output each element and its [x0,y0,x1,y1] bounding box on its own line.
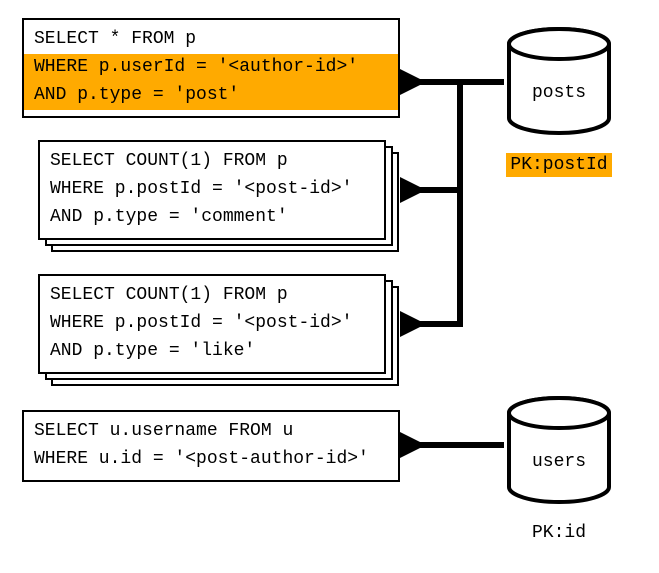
query-box-like-count: SELECT COUNT(1) FROM p WHERE p.postId = … [38,274,386,374]
sql-line: SELECT u.username FROM u [34,421,293,441]
sql-line: AND p.type = 'like' [50,341,255,361]
database-cylinder-users [504,395,614,507]
arrow-posts-to-queries [400,60,510,350]
arrow-users-to-query [400,430,510,470]
sql-line: AND p.type = 'comment' [50,207,288,227]
sql-line: WHERE u.id = '<post-author-id>' [34,449,369,469]
database-label-users: users [504,452,614,472]
sql-line: WHERE p.postId = '<post-id>' [50,179,352,199]
pk-label-users: PK:id [504,523,614,543]
sql-line: SELECT COUNT(1) FROM p [50,285,288,305]
pk-value: id [564,523,586,543]
database-cylinder-posts [504,26,614,138]
pk-prefix: PK: [532,523,564,543]
sql-line: SELECT * FROM p [34,29,196,49]
sql-line-highlighted: WHERE p.userId = '<author-id>' [24,54,398,82]
pk-highlight: PK:postId [506,153,611,177]
query-box-username: SELECT u.username FROM u WHERE u.id = '<… [22,410,400,482]
database-label-posts: posts [504,83,614,103]
query-box-comment-count: SELECT COUNT(1) FROM p WHERE p.postId = … [38,140,386,240]
query-box-posts: SELECT * FROM p WHERE p.userId = '<autho… [22,18,400,118]
sql-line: SELECT COUNT(1) FROM p [50,151,288,171]
pk-prefix: PK: [510,155,542,175]
sql-line-highlighted: AND p.type = 'post' [24,82,398,110]
pk-value: postId [543,155,608,175]
sql-line: WHERE p.postId = '<post-id>' [50,313,352,333]
